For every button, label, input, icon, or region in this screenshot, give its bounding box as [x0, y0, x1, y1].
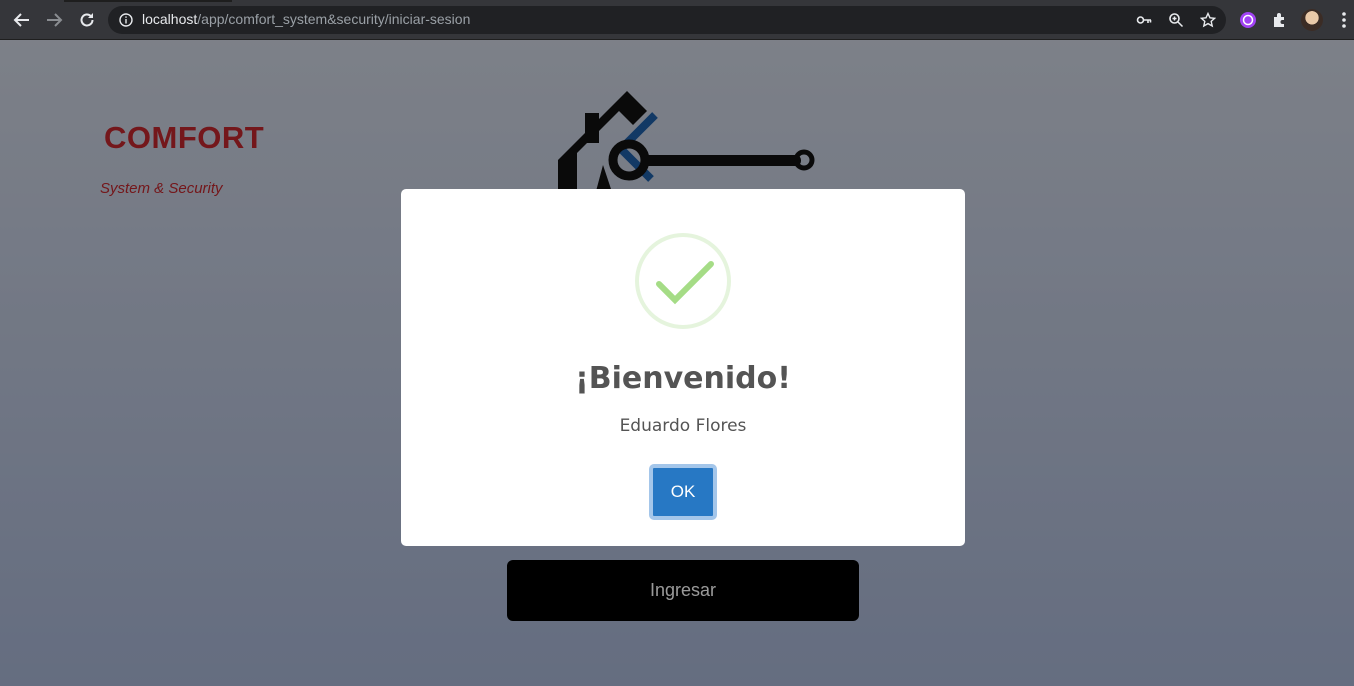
profile-avatar[interactable]	[1301, 9, 1323, 31]
success-check-icon	[635, 233, 731, 329]
info-icon[interactable]	[118, 12, 134, 28]
forward-button[interactable]	[42, 8, 66, 32]
welcome-dialog: ¡Bienvenido! Eduardo Flores OK	[401, 189, 965, 546]
puzzle-icon[interactable]	[1270, 10, 1290, 30]
arrow-left-icon	[13, 13, 29, 27]
arrow-right-icon	[47, 13, 63, 27]
key-icon[interactable]	[1136, 12, 1152, 28]
dialog-text: Eduardo Flores	[619, 416, 747, 436]
active-tab-edge	[64, 0, 232, 2]
browser-toolbar: localhost/app/comfort_system&security/in…	[0, 0, 1354, 40]
extension-icon[interactable]	[1238, 10, 1258, 30]
bookmark-star-icon[interactable]	[1200, 12, 1216, 28]
more-menu-icon[interactable]	[1334, 10, 1354, 30]
url-text[interactable]: localhost/app/comfort_system&security/in…	[142, 11, 470, 27]
ok-button[interactable]: OK	[649, 464, 717, 520]
reload-button[interactable]	[75, 8, 99, 32]
address-bar[interactable]: localhost/app/comfort_system&security/in…	[108, 6, 1226, 34]
reload-icon	[80, 13, 94, 27]
url-host: localhost	[142, 11, 198, 27]
back-button[interactable]	[10, 8, 34, 32]
zoom-icon[interactable]	[1168, 12, 1184, 28]
url-path: /app/comfort_system&security/iniciar-ses…	[197, 11, 471, 27]
dialog-title: ¡Bienvenido!	[575, 361, 791, 396]
